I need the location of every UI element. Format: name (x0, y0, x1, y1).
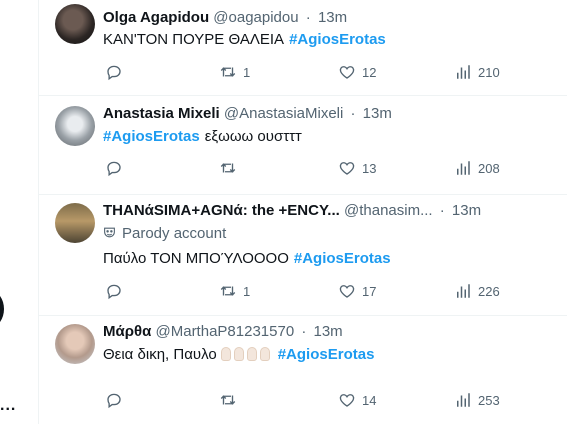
hashtag-link[interactable]: #AgiosErotas (289, 31, 386, 48)
user-handle[interactable]: @oagapidou (213, 9, 298, 26)
hashtag-link[interactable]: #AgiosErotas (103, 128, 200, 145)
heart-icon (339, 394, 355, 407)
separator: · (350, 105, 356, 122)
peace-hand-emojis (220, 345, 273, 365)
timestamp[interactable]: 13m (363, 105, 392, 122)
retweet-icon (220, 286, 236, 296)
views-chart-icon (457, 284, 470, 298)
reply-icon (107, 161, 121, 177)
views-chart-icon (457, 161, 470, 175)
avatar[interactable] (55, 324, 95, 364)
tweet-body: ΚΑΝ'ΤΟΝ ΠΟΥΡΕ ΘΑΛΕΙΑ (103, 31, 285, 48)
tweet-body: Παύλο ΤΟΝ ΜΠΟΎΛΟΟΟΟ (103, 250, 289, 267)
reply-button[interactable] (105, 158, 123, 178)
tweet-header: Μάρθα @MarthaP81231570 · 13m (103, 322, 343, 342)
tweet[interactable]: Μάρθα @MarthaP81231570 · 13m Θεια δικη, … (39, 316, 567, 424)
action-bar: 1 17 226 (103, 281, 567, 301)
user-handle[interactable]: @AnastasiaMixeli (224, 105, 343, 122)
like-button[interactable]: 14 (338, 390, 376, 410)
timestamp[interactable]: 13m (452, 202, 481, 219)
like-count: 12 (362, 64, 377, 80)
heart-icon (339, 285, 355, 298)
retweet-count: 1 (243, 283, 251, 299)
retweet-icon (220, 67, 236, 77)
peace-hand-emoji (259, 347, 270, 361)
retweet-icon (220, 163, 236, 173)
views-button[interactable]: 210 (454, 62, 500, 82)
views-count: 210 (478, 64, 500, 80)
display-name[interactable]: Μάρθα (103, 323, 151, 340)
like-button[interactable]: 17 (338, 281, 376, 301)
timeline-feed: Olga Agapidou @oagapidou · 13m ΚΑΝ'ΤΟΝ Π… (39, 0, 567, 424)
like-button[interactable]: 12 (338, 62, 376, 82)
hashtag-link[interactable]: #AgiosErotas (278, 346, 375, 363)
display-name[interactable]: Olga Agapidou (103, 9, 209, 26)
parody-badge: Parody account (103, 224, 226, 244)
action-bar: 13 208 (103, 158, 567, 178)
action-bar: 14 253 (103, 390, 567, 410)
profile-avatar-partial[interactable] (0, 291, 4, 327)
views-count: 208 (478, 160, 500, 176)
retweet-button[interactable]: 1 (219, 62, 250, 82)
timestamp[interactable]: 13m (314, 323, 343, 340)
left-rail: ... (0, 0, 38, 424)
separator: · (305, 9, 311, 26)
peace-hand-emoji (220, 347, 231, 361)
avatar[interactable] (55, 106, 95, 146)
more-dots[interactable]: ... (0, 398, 16, 414)
reply-button[interactable] (105, 281, 123, 301)
like-button[interactable]: 13 (338, 158, 376, 178)
like-count: 13 (362, 160, 377, 176)
tweet-header: Anastasia Mixeli @AnastasiaMixeli · 13m (103, 104, 392, 124)
tweet-header: THANάSIMA+AGNά: the +ENCY... @thanasim..… (103, 201, 481, 221)
tweet-body: Θεια δικη, Παυλο (103, 346, 217, 363)
retweet-button[interactable] (219, 390, 243, 410)
heart-icon (339, 66, 355, 79)
views-count: 226 (478, 283, 500, 299)
parody-label: Parody account (122, 225, 227, 242)
heart-icon (339, 162, 355, 175)
views-button[interactable]: 226 (454, 281, 500, 301)
retweet-button[interactable] (219, 158, 243, 178)
tweet-text: ΚΑΝ'ΤΟΝ ΠΟΥΡΕ ΘΑΛΕΙΑ #AgiosErotas (103, 30, 386, 50)
retweet-button[interactable]: 1 (219, 281, 250, 301)
avatar[interactable] (55, 203, 95, 243)
user-handle[interactable]: @thanasim... (344, 202, 433, 219)
hashtag-link[interactable]: #AgiosErotas (294, 250, 391, 267)
display-name[interactable]: THANάSIMA+AGNά: the +ENCY... (103, 202, 340, 219)
tweet-text: Θεια δικη, Παυλο #AgiosErotas (103, 345, 374, 365)
views-chart-icon (457, 65, 470, 79)
tweet-header: Olga Agapidou @oagapidou · 13m (103, 8, 347, 28)
user-handle[interactable]: @MarthaP81231570 (156, 323, 295, 340)
retweet-count: 1 (243, 64, 251, 80)
peace-hand-emoji (246, 347, 257, 361)
tweet[interactable]: Anastasia Mixeli @AnastasiaMixeli · 13m … (39, 96, 567, 195)
tweet-text: Παύλο ΤΟΝ ΜΠΟΎΛΟΟΟΟ #AgiosErotas (103, 249, 391, 269)
reply-icon (107, 284, 121, 300)
tweet[interactable]: Olga Agapidou @oagapidou · 13m ΚΑΝ'ΤΟΝ Π… (39, 0, 567, 96)
tweet-body: εξωωω ουσττт (204, 128, 302, 145)
reply-icon (107, 393, 121, 409)
like-count: 17 (362, 283, 377, 299)
action-bar: 1 12 210 (103, 62, 567, 82)
views-button[interactable]: 208 (454, 158, 500, 178)
separator: · (439, 202, 445, 219)
separator: · (301, 323, 307, 340)
views-chart-icon (457, 393, 470, 407)
like-count: 14 (362, 392, 377, 408)
retweet-icon (220, 395, 236, 405)
tweet[interactable]: THANάSIMA+AGNά: the +ENCY... @thanasim..… (39, 195, 567, 316)
avatar[interactable] (55, 4, 95, 44)
views-button[interactable]: 253 (454, 390, 500, 410)
reply-icon (107, 65, 121, 81)
display-name[interactable]: Anastasia Mixeli (103, 105, 220, 122)
mask-icon (104, 227, 115, 238)
reply-button[interactable] (105, 62, 123, 82)
timestamp[interactable]: 13m (318, 9, 347, 26)
peace-hand-emoji (233, 347, 244, 361)
views-count: 253 (478, 392, 500, 408)
reply-button[interactable] (105, 390, 123, 410)
tweet-text: #AgiosErotas εξωωω ουσττт (103, 127, 302, 147)
